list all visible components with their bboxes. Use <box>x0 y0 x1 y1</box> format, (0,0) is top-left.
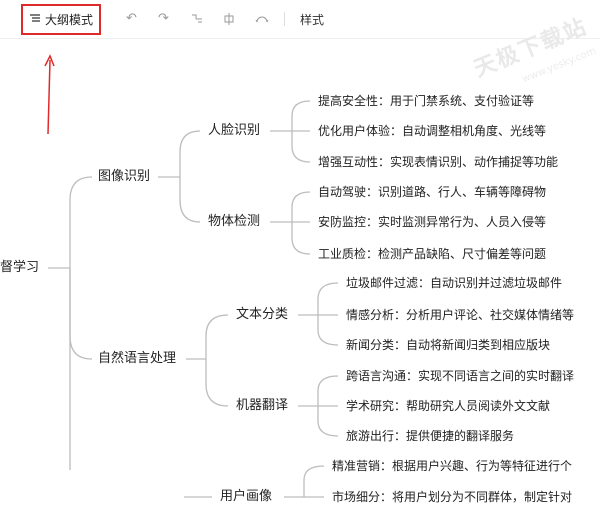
leaf-node[interactable]: 新闻分类：自动将新闻归类到相应版块 <box>346 337 550 353</box>
node-nlp[interactable]: 自然语言处理 <box>98 351 176 367</box>
leaf-node[interactable]: 优化用户体验：自动调整相机角度、光线等 <box>318 123 546 139</box>
node-object-detection[interactable]: 物体检测 <box>208 214 260 230</box>
leaf-node[interactable]: 提高安全性：用于门禁系统、支付验证等 <box>318 93 534 109</box>
leaf-node[interactable]: 学术研究：帮助研究人员阅读外文文献 <box>346 398 550 414</box>
leaf-node[interactable]: 安防监控：实时监测异常行为、人员入侵等 <box>318 214 546 230</box>
leaf-node[interactable]: 精准营销：根据用户兴趣、行为等特征进行个 <box>332 458 572 474</box>
node-image-recognition[interactable]: 图像识别 <box>98 169 150 185</box>
leaf-node[interactable]: 市场细分：将用户划分为不同群体，制定针对 <box>332 489 572 505</box>
node-machine-translation[interactable]: 机器翻译 <box>236 398 288 414</box>
root-node[interactable]: 督学习 <box>0 260 39 276</box>
leaf-node[interactable]: 增强互动性：实现表情识别、动作捕捉等功能 <box>318 154 558 170</box>
node-user-profile[interactable]: 用户画像 <box>220 489 272 505</box>
leaf-node[interactable]: 自动驾驶：识别道路、行人、车辆等障碍物 <box>318 184 546 200</box>
leaf-node[interactable]: 跨语言沟通：实现不同语言之间的实时翻译 <box>346 368 574 384</box>
leaf-node[interactable]: 情感分析：分析用户评论、社交媒体情绪等 <box>346 307 574 323</box>
node-face-recognition[interactable]: 人脸识别 <box>208 123 260 139</box>
node-text-classification[interactable]: 文本分类 <box>236 307 288 323</box>
leaf-node[interactable]: 旅游出行：提供便捷的翻译服务 <box>346 428 514 444</box>
leaf-node[interactable]: 工业质检：检测产品缺陷、尺寸偏差等问题 <box>318 246 546 262</box>
leaf-node[interactable]: 垃圾邮件过滤：自动识别并过滤垃圾邮件 <box>346 275 562 291</box>
